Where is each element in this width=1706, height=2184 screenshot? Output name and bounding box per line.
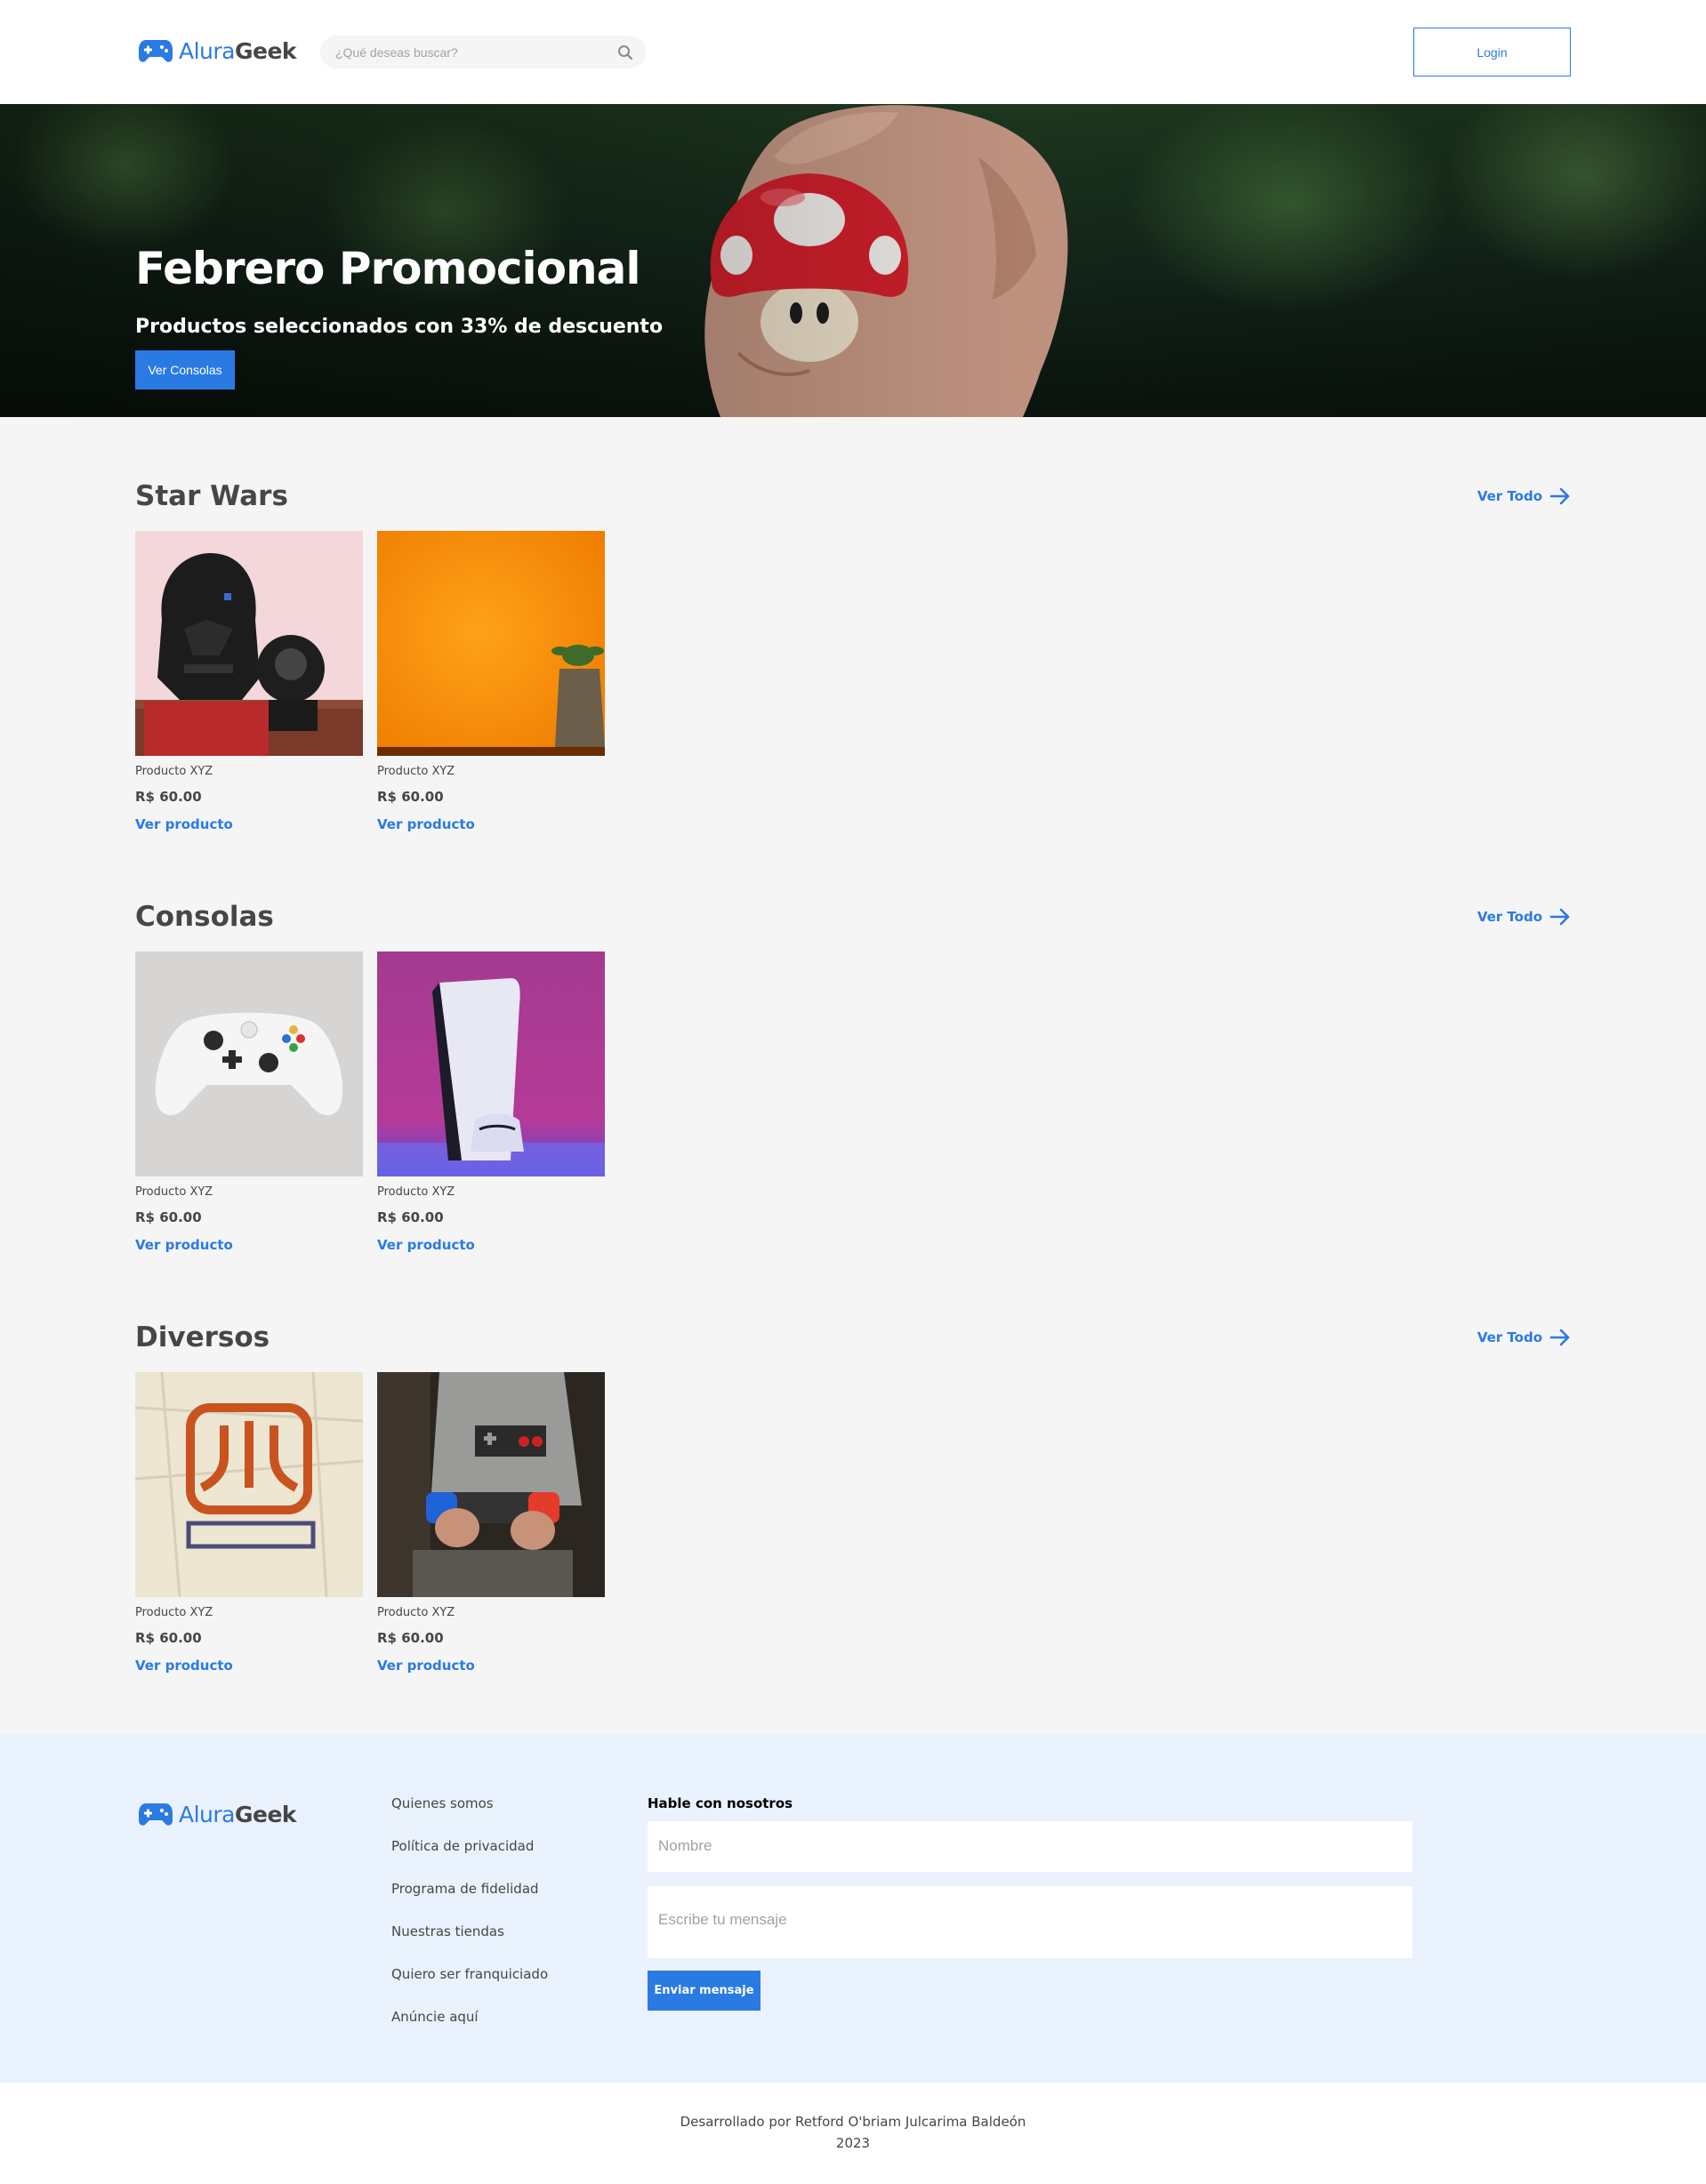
login-button[interactable]: Login <box>1413 28 1571 76</box>
view-product-link[interactable]: Ver producto <box>135 816 363 832</box>
product-card: Producto XYZ R$ 60.00 Ver producto <box>135 1372 363 1674</box>
see-all-link[interactable]: Ver Todo <box>1477 908 1571 926</box>
product-card: Producto XYZ R$ 60.00 Ver producto <box>135 951 363 1253</box>
product-card: Producto XYZ R$ 60.00 Ver producto <box>377 1372 605 1674</box>
footer-logo[interactable]: AluraGeek <box>138 1801 297 1827</box>
brand-logo[interactable]: AluraGeek <box>138 37 297 64</box>
footer-link-privacy[interactable]: Política de privacidad <box>391 1838 548 1881</box>
send-message-button[interactable]: Enviar mensaje <box>648 1971 760 2011</box>
arrow-right-icon <box>1549 487 1570 505</box>
credits: Desarrollado por Retford O'briam Julcari… <box>0 2083 1706 2184</box>
product-price: R$ 60.00 <box>377 1209 444 1225</box>
product-name: Producto XYZ <box>135 1185 213 1199</box>
footer-links: Quienes somos Política de privacidad Pro… <box>391 1795 548 2052</box>
product-image-kid-gaming[interactable] <box>377 1372 605 1597</box>
see-all-label: Ver Todo <box>1477 488 1542 504</box>
product-price: R$ 60.00 <box>135 789 202 805</box>
brand-name-part1: Alura <box>179 1801 236 1827</box>
contact-title: Hable con nosotros <box>648 1795 793 1811</box>
hero-subtitle: Productos seleccionados con 33% de descu… <box>135 316 664 338</box>
product-image-yoda[interactable] <box>377 531 605 756</box>
brand-name-part2: Geek <box>235 37 297 64</box>
credits-year: 2023 <box>835 2135 871 2151</box>
category-title: Consolas <box>135 901 274 933</box>
footer-link-loyalty[interactable]: Programa de fidelidad <box>391 1881 548 1923</box>
product-card: Producto XYZ R$ 60.00 Ver producto <box>377 531 605 832</box>
footer-link-franchise[interactable]: Quiero ser franquiciado <box>391 1966 548 2009</box>
brand-name-part1: Alura <box>179 37 236 64</box>
header: AluraGeek Login <box>0 0 1706 104</box>
brand-name: AluraGeek <box>179 1801 297 1827</box>
products-section: Star Wars Ver Todo Producto XYZ R$ 60.00… <box>0 417 1706 1734</box>
product-image-ps5[interactable] <box>377 951 605 1176</box>
name-field[interactable] <box>648 1821 1412 1872</box>
product-name: Producto XYZ <box>377 765 455 778</box>
arrow-right-icon <box>1549 908 1570 926</box>
see-all-link[interactable]: Ver Todo <box>1477 487 1571 505</box>
arrow-right-icon <box>1549 1329 1570 1346</box>
see-all-link[interactable]: Ver Todo <box>1477 1329 1571 1346</box>
contact-form: Hable con nosotros Enviar mensaje <box>648 1795 1412 2011</box>
footer-link-about[interactable]: Quienes somos <box>391 1795 548 1838</box>
product-price: R$ 60.00 <box>135 1209 202 1225</box>
brand-name: AluraGeek <box>179 37 297 64</box>
see-all-label: Ver Todo <box>1477 1329 1542 1345</box>
brand-name-part2: Geek <box>235 1801 297 1827</box>
see-all-label: Ver Todo <box>1477 909 1542 925</box>
view-product-link[interactable]: Ver producto <box>135 1237 363 1253</box>
product-card: Producto XYZ R$ 60.00 Ver producto <box>377 951 605 1253</box>
product-name: Producto XYZ <box>377 1185 455 1199</box>
product-price: R$ 60.00 <box>135 1630 202 1646</box>
view-product-link[interactable]: Ver producto <box>377 816 605 832</box>
category-title: Star Wars <box>135 480 288 512</box>
search-bar <box>320 36 646 68</box>
gamepad-icon <box>139 1803 173 1826</box>
hero-title: Febrero Promocional <box>135 243 641 294</box>
product-price: R$ 60.00 <box>377 1630 444 1646</box>
category-title: Diversos <box>135 1321 270 1353</box>
product-image-atari-shirt[interactable] <box>135 1372 363 1597</box>
footer-link-advertise[interactable]: Anúncie aquí <box>391 2009 548 2052</box>
see-consoles-button[interactable]: Ver Consolas <box>135 350 235 389</box>
search-icon[interactable] <box>617 44 633 60</box>
footer: AluraGeek Quienes somos Política de priv… <box>0 1734 1706 2083</box>
search-input[interactable] <box>335 36 602 68</box>
product-name: Producto XYZ <box>135 765 213 778</box>
gamepad-icon <box>139 40 173 62</box>
footer-link-stores[interactable]: Nuestras tiendas <box>391 1923 548 1966</box>
product-image-darth-vader[interactable] <box>135 531 363 756</box>
view-product-link[interactable]: Ver producto <box>377 1237 605 1253</box>
hero-banner: Febrero Promocional Productos selecciona… <box>0 104 1706 417</box>
product-image-xbox-controller[interactable] <box>135 951 363 1176</box>
view-product-link[interactable]: Ver producto <box>135 1658 363 1674</box>
message-field[interactable] <box>648 1886 1412 1958</box>
product-price: R$ 60.00 <box>377 789 444 805</box>
product-name: Producto XYZ <box>135 1606 213 1619</box>
credits-author: Desarrollado por Retford O'briam Julcari… <box>680 2114 1026 2130</box>
product-name: Producto XYZ <box>377 1606 455 1619</box>
view-product-link[interactable]: Ver producto <box>377 1658 605 1674</box>
product-card: Producto XYZ R$ 60.00 Ver producto <box>135 531 363 832</box>
